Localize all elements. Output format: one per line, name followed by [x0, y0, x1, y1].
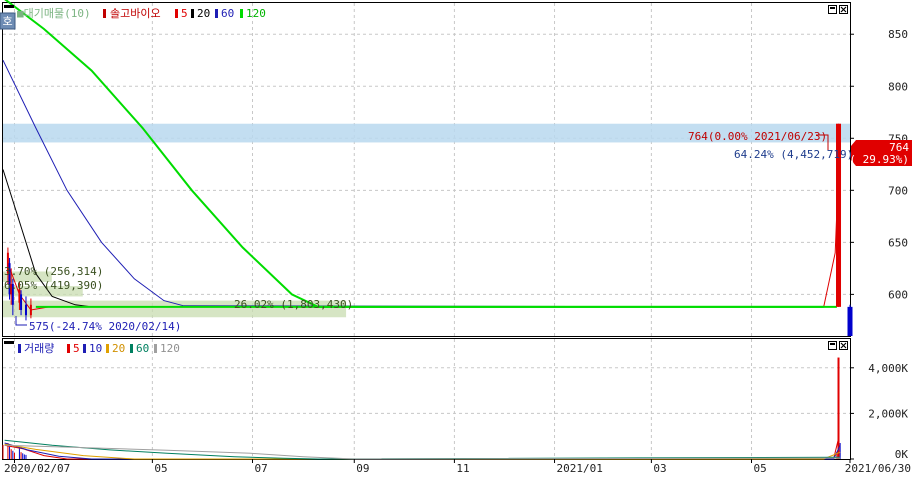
date-tick-label: 09: [356, 462, 369, 475]
price-tick-label: 700: [888, 184, 908, 197]
vol-legend-ma20-marker: [106, 344, 109, 353]
volume-bar: [10, 449, 12, 459]
volume-y-axis: 0K 2,000K 4,000K: [850, 362, 908, 461]
low-annotation: 575(-24.74% 2020/02/14): [29, 320, 181, 333]
price-tick-label: 650: [888, 236, 908, 249]
current-price-tag: 764 ( 29.93%): [849, 140, 912, 166]
date-tick-label: 2021/01: [557, 462, 603, 475]
vol-legend-ma60-marker: [130, 344, 133, 353]
volume-bar: [12, 450, 14, 459]
date-tick-label: 11: [456, 462, 469, 475]
date-x-axis: 2020/02/07 05 07 09 11 2021/01 03 05 2021/06/30: [4, 459, 911, 475]
price-panel-maximize-button[interactable]: [828, 5, 837, 14]
band-small-label-1: 3.70% (256,314): [4, 265, 103, 278]
volume-panel-maximize-button[interactable]: [828, 341, 837, 350]
date-tick-label: 05: [754, 462, 767, 475]
vol-legend-ma10-marker: [83, 344, 86, 353]
legend-stock-name: 솔고바이오: [110, 7, 161, 20]
current-price-change: ( 29.93%): [849, 153, 909, 166]
volume-tick-label: 2,000K: [868, 407, 908, 420]
volume-bar: [18, 447, 20, 459]
price-tick-label: 600: [888, 288, 908, 301]
volume-tick-label: 0K: [895, 448, 909, 461]
maximize-icon: [830, 343, 835, 345]
legend-ma120-marker: [240, 9, 243, 18]
legend-badge[interactable]: 호: [2, 15, 12, 28]
volume-tick-label: 4,000K: [868, 362, 908, 375]
volume-legend-bar: [18, 344, 21, 353]
volume-bar: [13, 452, 15, 459]
legend-ma20-marker: [191, 9, 194, 18]
date-tick-label: 2021/06/30: [845, 462, 911, 475]
band-small-label-2: 6.05% (419,390): [4, 279, 103, 292]
volume-bar: [20, 452, 22, 459]
candle-body: [24, 304, 27, 316]
legend-supply-label: ■대기매물(10): [17, 7, 91, 20]
vol-legend-ma120-marker: [154, 344, 157, 353]
candle-body: [20, 294, 23, 310]
candle-body: [29, 304, 32, 316]
high-annotation: 764(0.00% 2021/06/23): [688, 130, 827, 143]
date-tick-label: 2020/02/07: [4, 462, 70, 475]
legend-stock-marker: [103, 9, 106, 18]
vol-legend-ma5-marker: [67, 344, 70, 353]
band-top-label: 64.24% (4,452,719): [734, 148, 853, 161]
volume-panel-frame: [2, 338, 851, 460]
volume-bar: [837, 357, 840, 459]
vol-legend-ma20: 20: [112, 342, 125, 355]
volume-bar: [22, 453, 24, 459]
vol-legend-ma5: 5: [73, 342, 80, 355]
vol-legend-ma120: 120: [160, 342, 180, 355]
price-panel-frame: [2, 2, 851, 337]
vol-legend-ma10: 10: [89, 342, 102, 355]
legend-ma60-marker: [215, 9, 218, 18]
legend-ma5: 5: [181, 7, 188, 20]
candle-body: [847, 306, 853, 336]
legend-ma60: 60: [221, 7, 234, 20]
volume-bar: [9, 446, 11, 459]
date-tick-label: 07: [255, 462, 268, 475]
price-tick-label: 800: [888, 80, 908, 93]
vol-legend-ma60: 60: [136, 342, 149, 355]
date-tick-label: 03: [653, 462, 666, 475]
legend-ma5-marker: [175, 9, 178, 18]
maximize-icon: [830, 7, 835, 9]
date-tick-label: 05: [154, 462, 167, 475]
legend-ma20: 20: [197, 7, 210, 20]
price-legend-marker: [4, 5, 14, 8]
volume-bar: [2, 444, 4, 459]
volume-bar: [25, 454, 27, 459]
price-tick-label: 850: [888, 28, 908, 41]
band-bottom-label: 26.02% (1,803,430): [234, 298, 353, 311]
volume-bar: [23, 454, 25, 459]
legend-ma120: 120: [246, 7, 266, 20]
volume-legend-marker: [4, 341, 14, 344]
stock-chart: 600650700750800850 0K2,000K4,000K 2020/0…: [0, 0, 912, 475]
volume-legend-label: 거래량: [24, 342, 54, 355]
